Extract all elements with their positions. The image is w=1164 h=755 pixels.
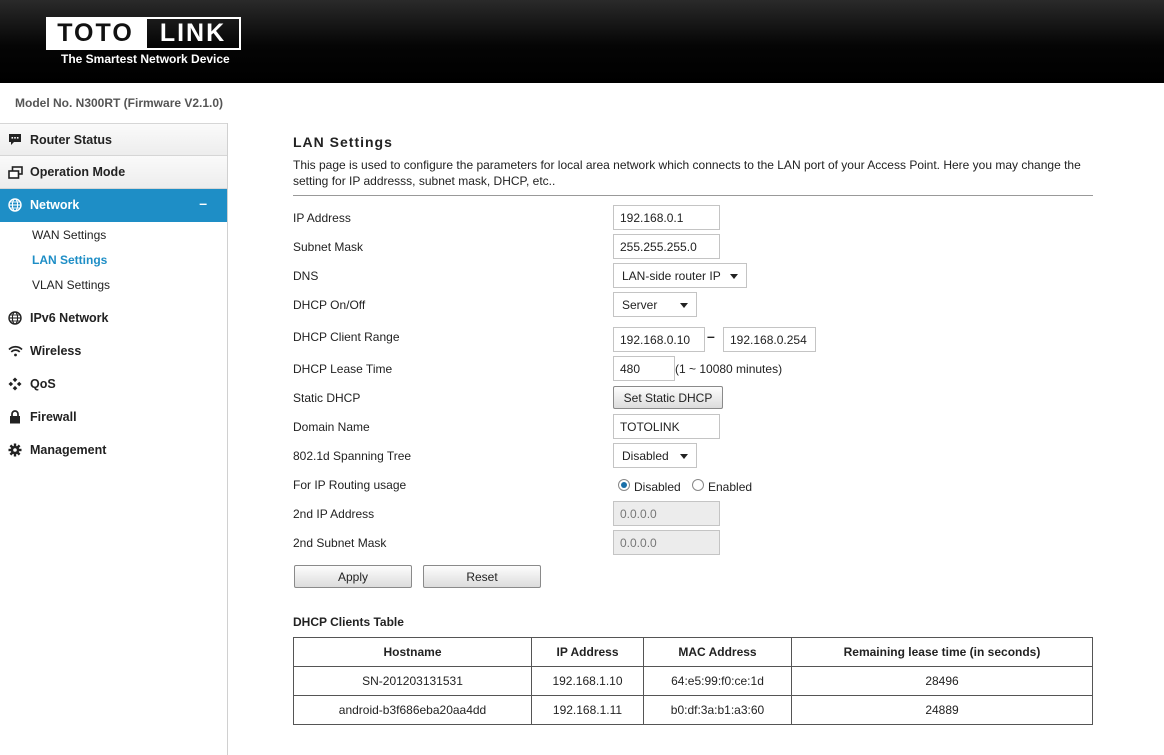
spanning-tree-select-value: Disabled	[622, 448, 669, 463]
range-separator: –	[707, 328, 715, 344]
dhcp-clients-table: Hostname IP Address MAC Address Remainin…	[293, 637, 1093, 725]
table-row: SN-201203131531 192.168.1.10 64:e5:99:f0…	[293, 666, 1093, 696]
diamond-cluster-icon	[0, 377, 30, 391]
collapse-toggle[interactable]: –	[199, 195, 207, 211]
sidebar-item-qos[interactable]: QoS	[0, 367, 227, 400]
sidebar-item-label: Wireless	[30, 343, 82, 358]
tagline: The Smartest Network Device	[61, 52, 230, 66]
domain-name-input[interactable]	[613, 414, 720, 439]
page-title: LAN Settings	[293, 134, 393, 150]
set-static-dhcp-button[interactable]: Set Static DHCP	[613, 386, 723, 409]
sidebar-subitem-vlan-settings[interactable]: VLAN Settings	[0, 272, 227, 297]
sidebar-item-label: Router Status	[30, 132, 112, 147]
ip-address-cell: 192.168.1.11	[531, 695, 644, 725]
dns-select-value: LAN-side router IP	[622, 268, 721, 283]
column-header: IP Address	[531, 637, 644, 667]
second-mask-input[interactable]	[613, 530, 720, 555]
sidebar-item-label: Management	[30, 442, 107, 457]
dhcp-select[interactable]: Server	[613, 292, 697, 317]
wifi-icon	[0, 345, 30, 357]
lease-time-label: DHCP Lease Time	[293, 362, 393, 376]
apply-button[interactable]: Apply	[294, 565, 412, 588]
divider	[293, 195, 1093, 196]
sidebar-subitem-wan-settings[interactable]: WAN Settings	[0, 222, 227, 247]
dhcp-range-end-input[interactable]	[723, 327, 816, 352]
chat-bubble-icon	[0, 133, 30, 146]
table-row: android-b3f686eba20aa4dd 192.168.1.11 b0…	[293, 695, 1093, 725]
routing-disabled-radio[interactable]	[618, 479, 630, 491]
dhcp-clients-table-title: DHCP Clients Table	[293, 615, 404, 629]
second-mask-label: 2nd Subnet Mask	[293, 536, 387, 550]
second-ip-label: 2nd IP Address	[293, 507, 375, 521]
dns-select[interactable]: LAN-side router IP	[613, 263, 747, 288]
lease-time-cell: 24889	[791, 695, 1093, 725]
lease-time-hint: (1 ~ 10080 minutes)	[675, 362, 783, 376]
ip-address-label: IP Address	[293, 211, 351, 225]
lock-icon	[0, 409, 30, 424]
sidebar-menu: Router Status Operation Mode Network – W…	[0, 123, 228, 755]
sidebar-subitem-lan-settings[interactable]: LAN Settings	[0, 247, 227, 272]
static-dhcp-label: Static DHCP	[293, 391, 361, 405]
chevron-down-icon	[680, 454, 688, 459]
sidebar-item-firewall[interactable]: Firewall	[0, 400, 227, 433]
table-header-row: Hostname IP Address MAC Address Remainin…	[293, 637, 1093, 667]
sidebar-item-ipv6-network[interactable]: IPv6 Network	[0, 301, 227, 334]
logo-right-text: LINK	[145, 17, 241, 50]
routing-enabled-radio[interactable]	[692, 479, 704, 491]
ip-address-input[interactable]	[613, 205, 720, 230]
spanning-tree-label: 802.1d Spanning Tree	[293, 449, 412, 463]
sidebar-item-operation-mode[interactable]: Operation Mode	[0, 156, 227, 189]
globe-icon	[0, 198, 30, 212]
lease-time-input[interactable]	[613, 356, 675, 381]
dhcp-onoff-label: DHCP On/Off	[293, 298, 366, 312]
subnet-mask-label: Subnet Mask	[293, 240, 364, 254]
logo-left-text: TOTO	[46, 17, 145, 50]
ip-routing-label: For IP Routing usage	[293, 478, 407, 492]
column-header: Hostname	[293, 637, 532, 667]
mac-address-cell: 64:e5:99:f0:ce:1d	[643, 666, 792, 696]
reset-button[interactable]: Reset	[423, 565, 541, 588]
ip-address-cell: 192.168.1.10	[531, 666, 644, 696]
chevron-down-icon	[730, 274, 738, 279]
windows-icon	[0, 165, 30, 179]
second-ip-input[interactable]	[613, 501, 720, 526]
domain-name-label: Domain Name	[293, 420, 370, 434]
sidebar-item-wireless[interactable]: Wireless	[0, 334, 227, 367]
globe-icon	[0, 310, 30, 325]
mac-address-cell: b0:df:3a:b1:a3:60	[643, 695, 792, 725]
model-number: Model No. N300RT (Firmware V2.1.0)	[15, 96, 224, 110]
sidebar-item-label: QoS	[30, 376, 56, 391]
sidebar-item-label: Firewall	[30, 409, 77, 424]
page-description: This page is used to configure the param…	[293, 158, 1081, 188]
sidebar-item-label: IPv6 Network	[30, 310, 109, 325]
sidebar-item-label: Operation Mode	[30, 165, 126, 179]
dns-label: DNS	[293, 269, 319, 283]
chevron-down-icon	[680, 303, 688, 308]
header-bar: TOTO LINK The Smartest Network Device	[0, 0, 1164, 83]
sidebar-item-management[interactable]: Management	[0, 433, 227, 466]
routing-enabled-label: Enabled	[708, 480, 753, 494]
gear-icon	[0, 443, 30, 457]
sidebar-item-router-status[interactable]: Router Status	[0, 123, 227, 156]
totolink-logo: TOTO LINK	[46, 17, 241, 50]
routing-disabled-label: Disabled	[634, 480, 681, 494]
column-header: Remaining lease time (in seconds)	[791, 637, 1093, 667]
hostname-cell: SN-201203131531	[293, 666, 532, 696]
sidebar-item-network[interactable]: Network –	[0, 189, 227, 222]
lease-time-cell: 28496	[791, 666, 1093, 696]
hostname-cell: android-b3f686eba20aa4dd	[293, 695, 532, 725]
dhcp-select-value: Server	[622, 297, 658, 312]
column-header: MAC Address	[643, 637, 792, 667]
subnet-mask-input[interactable]	[613, 234, 720, 259]
sidebar-item-label: Network	[30, 198, 80, 212]
spanning-tree-select[interactable]: Disabled	[613, 443, 697, 468]
dhcp-range-start-input[interactable]	[613, 327, 705, 352]
dhcp-range-label: DHCP Client Range	[293, 330, 400, 344]
